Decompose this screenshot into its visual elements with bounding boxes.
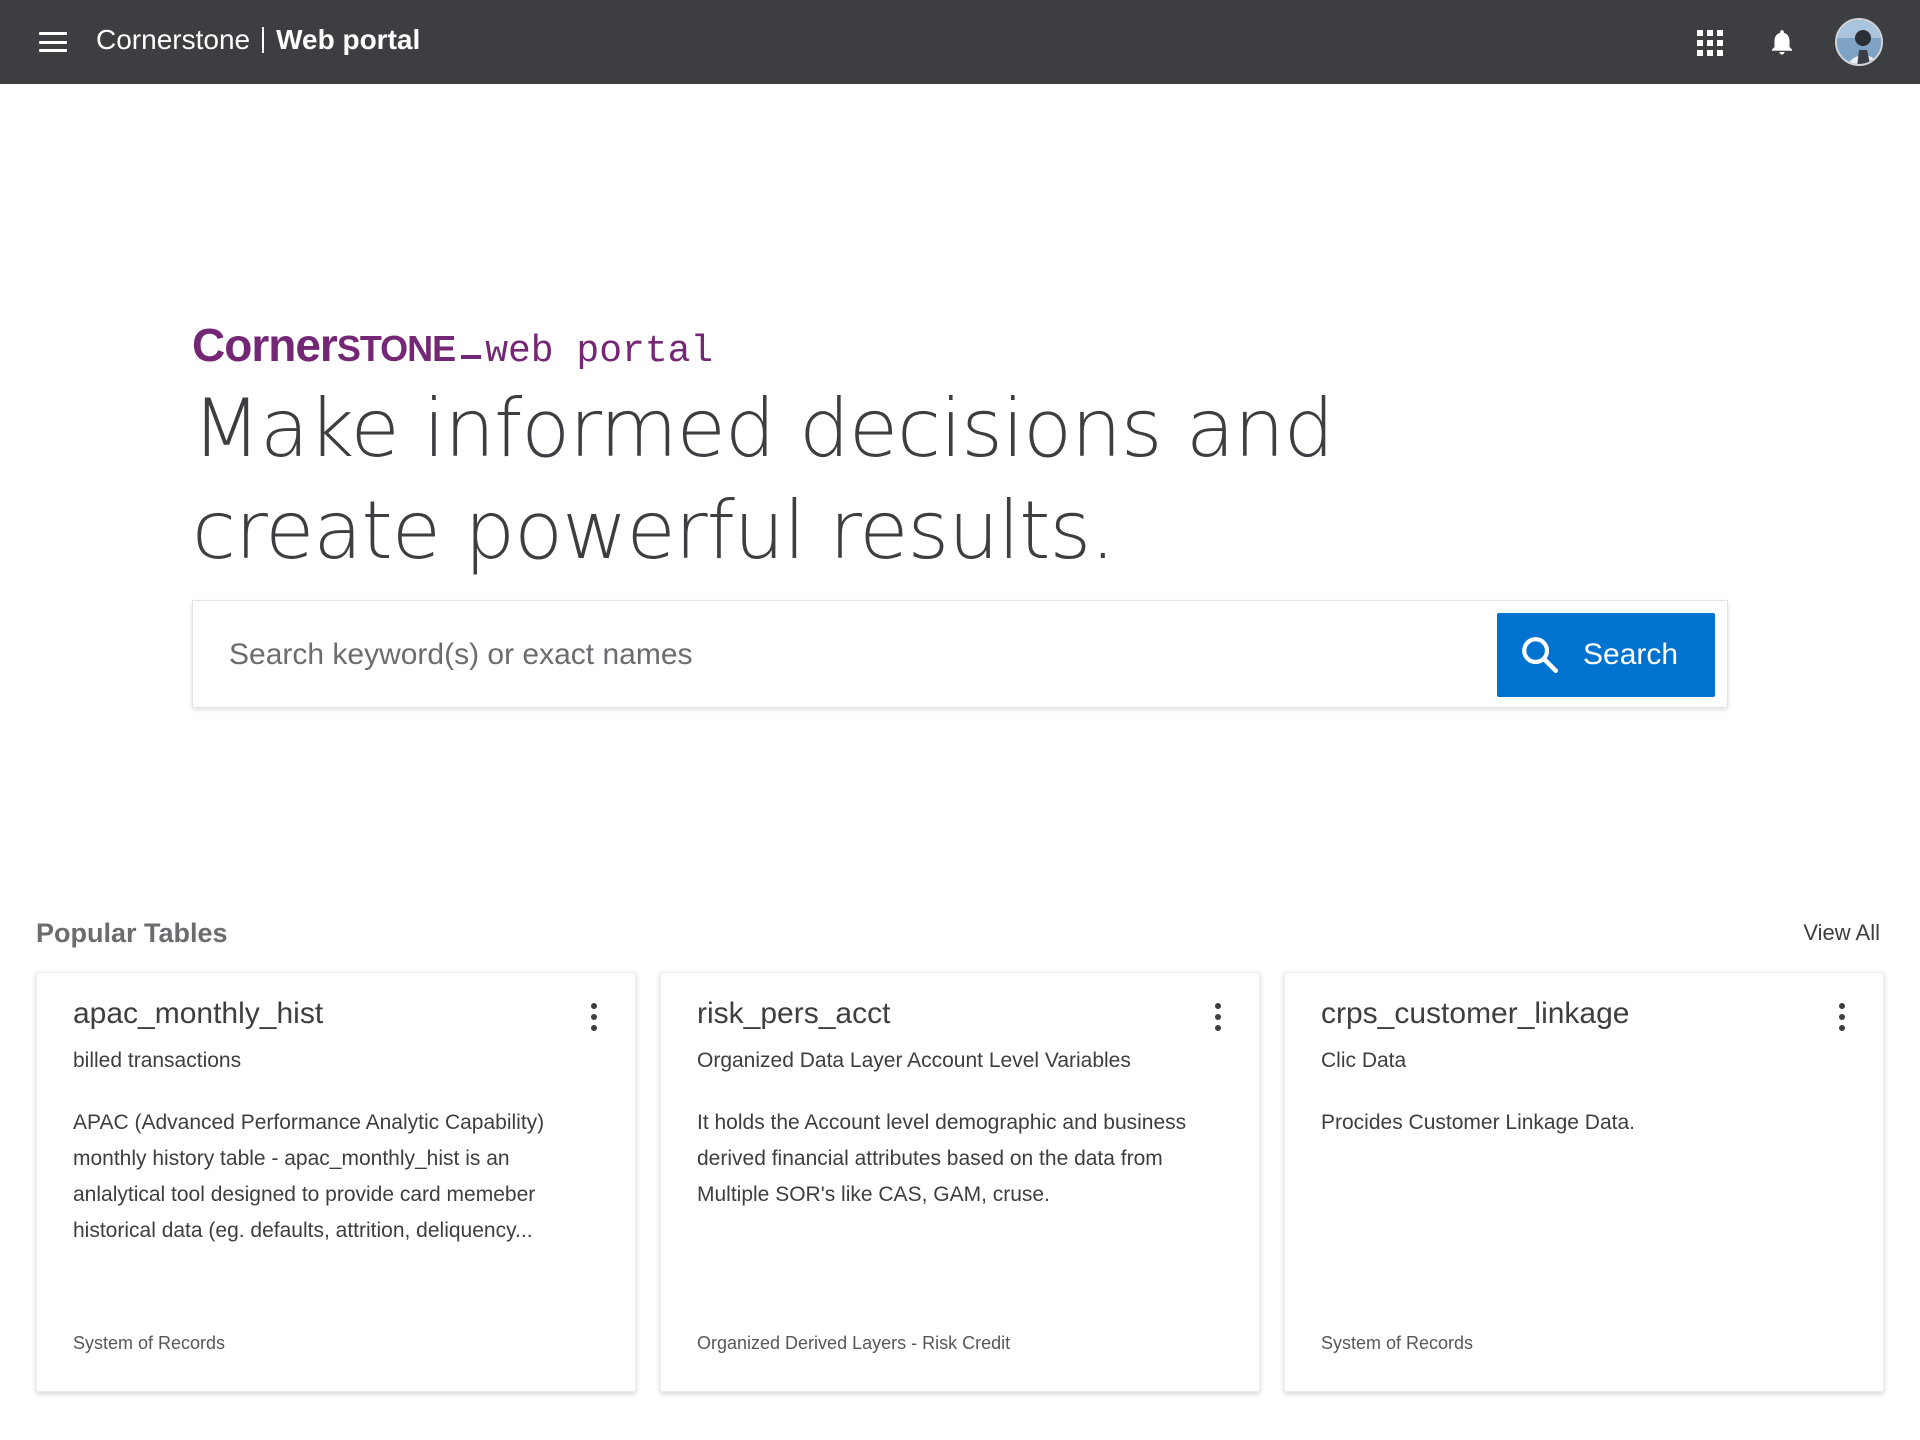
app-name: Cornerstone (96, 24, 251, 55)
more-vert-icon[interactable] (1215, 1003, 1223, 1031)
search-button[interactable]: Search (1497, 613, 1715, 697)
table-card[interactable]: crps_customer_linkage Clic Data Procides… (1284, 972, 1884, 1392)
brand-underscore (461, 355, 482, 359)
search-bar: Search (192, 600, 1728, 708)
title-divider (262, 27, 265, 53)
table-card-description: It holds the Account level demographic a… (697, 1111, 1187, 1206)
table-card-name[interactable]: apac_monthly_hist (73, 997, 323, 1031)
view-all-link[interactable]: View All (1803, 920, 1880, 946)
headline-line-1: Make informed decisions and (192, 382, 1334, 475)
table-card-subtitle: Organized Data Layer Account Level Varia… (697, 1049, 1131, 1072)
popular-tables-list: apac_monthly_hist billed transactions AP… (36, 972, 1884, 1392)
top-app-bar: Cornerstone Web portal (0, 0, 1920, 84)
brand-suffix: web portal (485, 330, 714, 373)
headline-line-2: create powerful results. (192, 484, 1116, 577)
table-card-name[interactable]: risk_pers_acct (697, 997, 890, 1031)
apps-grid-icon[interactable] (1697, 30, 1723, 56)
more-vert-icon[interactable] (1839, 1003, 1847, 1031)
avatar-image (1837, 20, 1881, 64)
table-card[interactable]: risk_pers_acct Organized Data Layer Acco… (660, 972, 1260, 1392)
brand-logo: CornerSTONE web portal (192, 318, 713, 373)
table-card-name[interactable]: crps_customer_linkage (1321, 997, 1629, 1031)
table-card-description: APAC (Advanced Performance Analytic Capa… (73, 1111, 545, 1242)
app-section: Web portal (276, 24, 421, 55)
more-vert-icon[interactable] (591, 1003, 599, 1031)
table-card-subtitle: billed transactions (73, 1049, 242, 1072)
brand-wordmark: CornerSTONE (192, 319, 456, 371)
table-card-description: Procides Customer Linkage Data. (1321, 1111, 1635, 1134)
app-title: Cornerstone Web portal (96, 24, 420, 56)
table-card-subtitle: Clic Data (1321, 1049, 1407, 1072)
menu-icon[interactable] (38, 30, 68, 54)
popular-tables-title: Popular Tables (36, 918, 228, 948)
bell-icon[interactable] (1767, 26, 1797, 58)
table-card[interactable]: apac_monthly_hist billed transactions AP… (36, 972, 636, 1392)
avatar[interactable] (1835, 18, 1883, 66)
hero-headline: Make informed decisions and create power… (192, 378, 1392, 582)
search-input[interactable] (229, 627, 1669, 683)
table-card-source: System of Records (1321, 1333, 1474, 1353)
search-icon (1522, 637, 1559, 674)
table-card-source: Organized Derived Layers - Risk Credit (697, 1333, 1011, 1353)
search-button-label: Search (1583, 638, 1679, 671)
table-card-source: System of Records (73, 1333, 226, 1353)
